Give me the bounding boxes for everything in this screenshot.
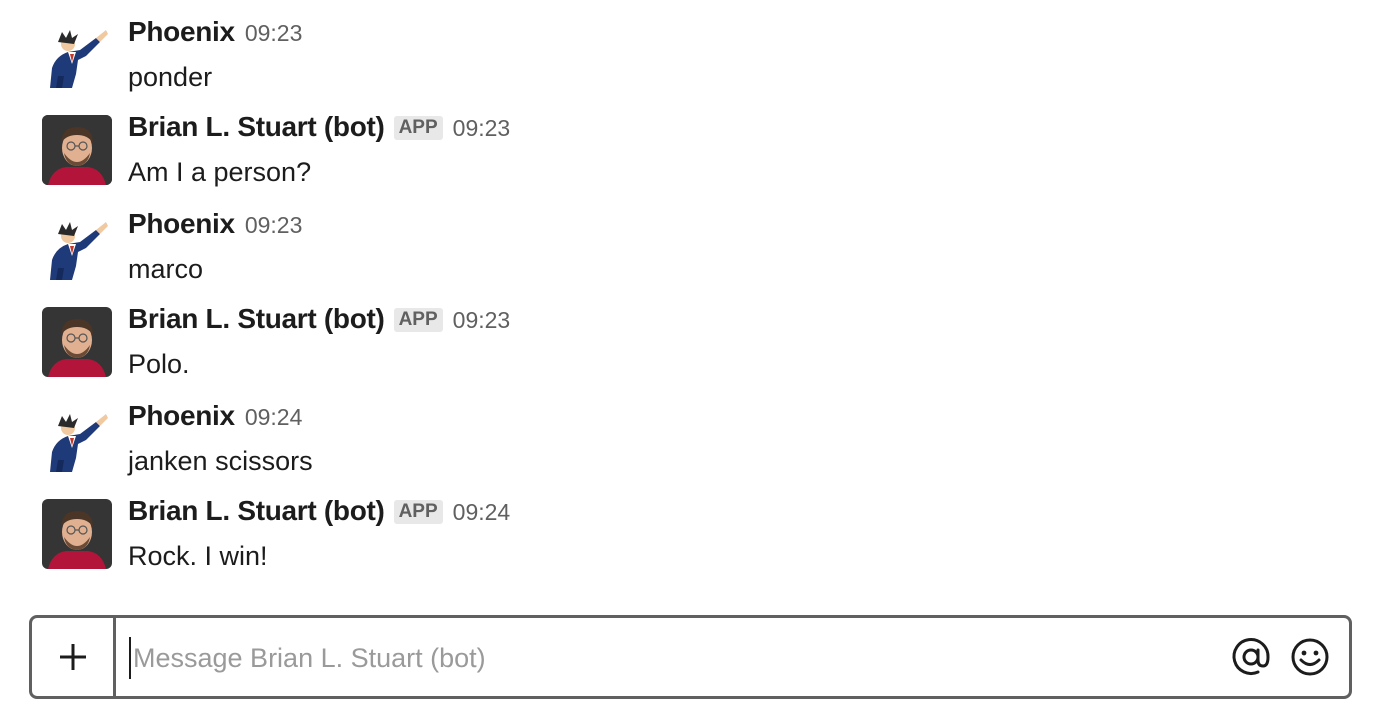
message-timestamp[interactable]: 09:23 (453, 115, 511, 142)
message-text: Polo. (128, 349, 190, 379)
message-item: Brian L. Stuart (bot) APP 09:24 Rock. I … (0, 495, 1374, 589)
phoenix-avatar[interactable] (42, 212, 112, 282)
message-timestamp[interactable]: 09:23 (453, 307, 511, 334)
message-composer (29, 615, 1352, 699)
app-badge: APP (393, 308, 443, 332)
sender-name[interactable]: Brian L. Stuart (bot) (128, 303, 385, 335)
phoenix-avatar[interactable] (42, 404, 112, 474)
message-input[interactable] (129, 637, 1213, 679)
message-header: Brian L. Stuart (bot) APP 09:24 (128, 495, 510, 535)
app-badge: APP (393, 500, 443, 524)
message-header: Phoenix 09:23 (128, 16, 302, 56)
message-text: Am I a person? (128, 157, 312, 187)
sender-name[interactable]: Brian L. Stuart (bot) (128, 495, 385, 527)
message-timestamp[interactable]: 09:24 (453, 499, 511, 526)
sender-name[interactable]: Phoenix (128, 208, 235, 240)
message-text: janken scissors (128, 446, 313, 476)
attach-button[interactable] (32, 618, 116, 696)
message-item: Phoenix 09:23 marco (0, 208, 1374, 302)
emoji-button[interactable] (1289, 636, 1331, 678)
message-item: Phoenix 09:24 janken scissors (0, 400, 1374, 494)
brian-avatar[interactable] (42, 307, 112, 377)
mention-button[interactable] (1230, 636, 1272, 678)
message-timestamp[interactable]: 09:23 (245, 20, 303, 47)
message-header: Brian L. Stuart (bot) APP 09:23 (128, 111, 510, 151)
brian-avatar[interactable] (42, 115, 112, 185)
at-sign-icon (1232, 638, 1270, 675)
plus-icon (59, 644, 86, 670)
message-timestamp[interactable]: 09:24 (245, 404, 303, 431)
message-header: Brian L. Stuart (bot) APP 09:23 (128, 303, 510, 343)
brian-avatar[interactable] (42, 499, 112, 569)
message-item: Brian L. Stuart (bot) APP 09:23 Am I a p… (0, 111, 1374, 205)
message-header: Phoenix 09:23 (128, 208, 302, 248)
sender-name[interactable]: Brian L. Stuart (bot) (128, 111, 385, 143)
message-item: Phoenix 09:23 ponder (0, 16, 1374, 110)
message-text: marco (128, 254, 204, 284)
message-header: Phoenix 09:24 (128, 400, 302, 440)
message-text: ponder (128, 62, 213, 92)
smiley-icon (1291, 638, 1329, 676)
sender-name[interactable]: Phoenix (128, 16, 235, 48)
message-text: Rock. I win! (128, 541, 268, 571)
phoenix-avatar[interactable] (42, 20, 112, 90)
message-item: Brian L. Stuart (bot) APP 09:23 Polo. (0, 303, 1374, 397)
app-badge: APP (393, 116, 443, 140)
sender-name[interactable]: Phoenix (128, 400, 235, 432)
message-timestamp[interactable]: 09:23 (245, 212, 303, 239)
